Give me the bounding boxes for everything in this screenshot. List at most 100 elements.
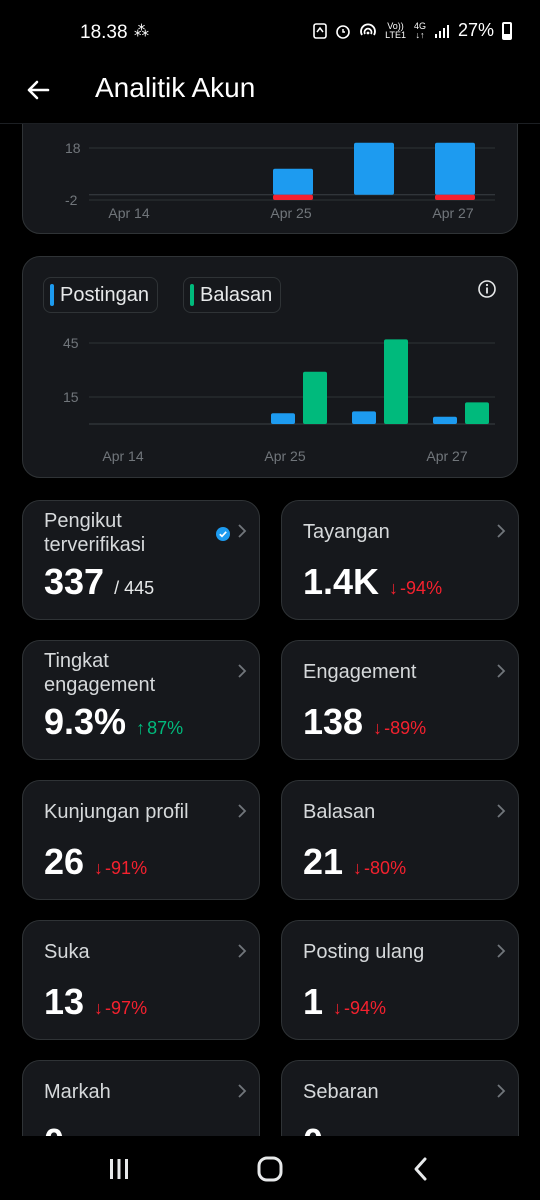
stat-value-row: 1.4K ↓ -94%	[303, 561, 442, 603]
legend-swatch-blue	[50, 284, 54, 306]
x-tick-label: Apr 27	[432, 205, 473, 221]
delta-percent: -89%	[384, 718, 427, 738]
alarm-icon	[336, 24, 350, 39]
stat-card-balasan[interactable]: Balasan 21 ↓ -80%	[281, 780, 519, 900]
chevron-right-icon	[238, 1084, 247, 1098]
chevron-right-icon	[238, 944, 247, 958]
delta-percent: -94%	[344, 998, 387, 1018]
engagement-bar-chart: 18 -2 Apr 14 Apr 25 Apr 27	[65, 140, 495, 221]
app-header: Analitik Akun	[0, 64, 540, 124]
stat-label: Pengikut terverifikasi	[44, 510, 146, 556]
back-arrow-icon[interactable]	[22, 74, 54, 106]
stat-delta: ↓ -89%	[373, 718, 426, 739]
bar-blue-apr-26	[354, 142, 394, 195]
stat-card-tayangan[interactable]: Tayangan 1.4K ↓ -94%	[281, 500, 519, 620]
bar-balasan-apr-26	[384, 339, 408, 424]
back-nav-icon[interactable]	[406, 1154, 436, 1184]
bar-postingan-apr-27	[433, 416, 457, 424]
legend-postingan[interactable]: Postingan	[43, 277, 158, 313]
status-time: 18.38	[80, 22, 128, 43]
battery-percent: 27%	[457, 20, 494, 40]
battery-icon	[502, 21, 512, 40]
stat-value-row: 26 ↓ -91%	[44, 841, 147, 883]
legend-label-balasan: Balasan	[200, 283, 273, 306]
stat-card-markah[interactable]: Markah 0	[22, 1060, 260, 1136]
delta-percent: -94%	[400, 578, 443, 598]
stat-delta: ↓ -97%	[94, 998, 147, 1019]
stat-value-row: 9.3% ↑ 87%	[44, 701, 183, 743]
stat-value: 337	[44, 561, 105, 602]
chevron-right-icon	[238, 664, 247, 678]
stat-value-row: 0	[303, 1121, 323, 1136]
arrow-down-icon: ↓	[389, 578, 399, 598]
stat-value: 138	[303, 701, 364, 742]
bar-blue-apr-25	[273, 168, 313, 195]
stat-value: 21	[303, 841, 344, 882]
stat-delta: ↓ -80%	[353, 858, 406, 879]
stat-value: 0	[44, 1121, 64, 1136]
page-title: Analitik Akun	[95, 72, 256, 103]
delta-percent: -97%	[105, 998, 148, 1018]
x-tick-label: Apr 14	[102, 448, 143, 464]
recycle-icon	[313, 22, 327, 39]
status-icons: Vo)) LTE1 4G ↓↑ 27%	[313, 20, 512, 41]
stat-card-engagement[interactable]: Engagement 138 ↓ -89%	[281, 640, 519, 760]
stat-label: Posting ulang	[303, 941, 425, 963]
x-tick-label: Apr 27	[426, 448, 467, 464]
stat-value: 1.4K	[303, 561, 380, 602]
stat-label: Balasan	[303, 801, 376, 823]
y-tick-label: -2	[65, 192, 78, 208]
stat-label: Kunjungan profil	[44, 801, 189, 823]
stat-value: 0	[303, 1121, 323, 1136]
chevron-right-icon	[497, 1084, 506, 1098]
y-tick-label: 45	[63, 335, 79, 351]
stat-value: 13	[44, 981, 85, 1022]
stat-card-pengikut-terverifikasi[interactable]: Pengikut terverifikasi 337 / 445	[22, 500, 260, 620]
activity-chart-card: Postingan Balasan 45 15 Apr 14 Apr 25 Apr 27	[22, 256, 518, 478]
legend-swatch-green	[190, 284, 194, 306]
verified-badge-icon	[216, 527, 230, 541]
stat-value-row: 21 ↓ -80%	[303, 841, 406, 883]
bar-red-apr-27	[435, 194, 475, 200]
arrow-up-icon: ↑	[136, 718, 146, 738]
delta-percent: -80%	[364, 858, 407, 878]
arrow-down-icon: ↓	[373, 718, 383, 738]
recent-apps-icon[interactable]	[104, 1154, 134, 1184]
analytics-content[interactable]: 18 -2 Apr 14 Apr 25 Apr 27 Postingan Balasan…	[0, 124, 540, 1136]
stat-delta: ↓ -91%	[94, 858, 147, 879]
y-tick-label: 15	[63, 389, 79, 405]
stat-total: / 445	[114, 578, 155, 598]
stat-card-tingkat-engagement[interactable]: Tingkat engagement 9.3% ↑ 87%	[22, 640, 260, 760]
stat-value: 9.3%	[44, 701, 127, 742]
delta-percent: -91%	[105, 858, 148, 878]
stat-label: Markah	[44, 1081, 111, 1103]
stat-card-sebaran[interactable]: Sebaran 0	[281, 1060, 519, 1136]
chevron-right-icon	[497, 524, 506, 538]
stat-delta: ↓ -94%	[333, 998, 386, 1019]
home-icon[interactable]	[255, 1154, 285, 1184]
stat-card-suka[interactable]: Suka 13 ↓ -97%	[22, 920, 260, 1040]
stat-card-kunjungan-profil[interactable]: Kunjungan profil 26 ↓ -91%	[22, 780, 260, 900]
legend-balasan[interactable]: Balasan	[183, 277, 282, 313]
bar-balasan-apr-25	[303, 371, 327, 424]
chevron-right-icon	[497, 804, 506, 818]
x-tick-label: Apr 25	[270, 205, 311, 221]
stat-card-posting-ulang[interactable]: Posting ulang 1 ↓ -94%	[281, 920, 519, 1040]
stat-value: 1	[303, 981, 324, 1022]
x-tick-label: Apr 25	[264, 448, 305, 464]
x-tick-label: Apr 14	[108, 205, 149, 221]
stat-value-row: 138 ↓ -89%	[303, 701, 426, 743]
stat-label: Tayangan	[303, 521, 390, 543]
legend-label-postingan: Postingan	[60, 283, 149, 306]
chevron-right-icon	[238, 804, 247, 818]
arrow-down-icon: ↓	[94, 858, 104, 878]
stat-label: Suka	[44, 941, 90, 963]
bar-postingan-apr-25	[271, 413, 295, 424]
network-indicator: 4G ↓↑	[413, 20, 426, 40]
info-icon[interactable]	[477, 279, 497, 299]
volte-indicator: Vo)) LTE1	[385, 20, 406, 40]
stat-label: Engagement	[303, 661, 417, 683]
engagement-chart-card: 18 -2 Apr 14 Apr 25 Apr 27	[22, 124, 518, 234]
delta-percent: 87%	[147, 718, 184, 738]
arrow-down-icon: ↓	[353, 858, 363, 878]
